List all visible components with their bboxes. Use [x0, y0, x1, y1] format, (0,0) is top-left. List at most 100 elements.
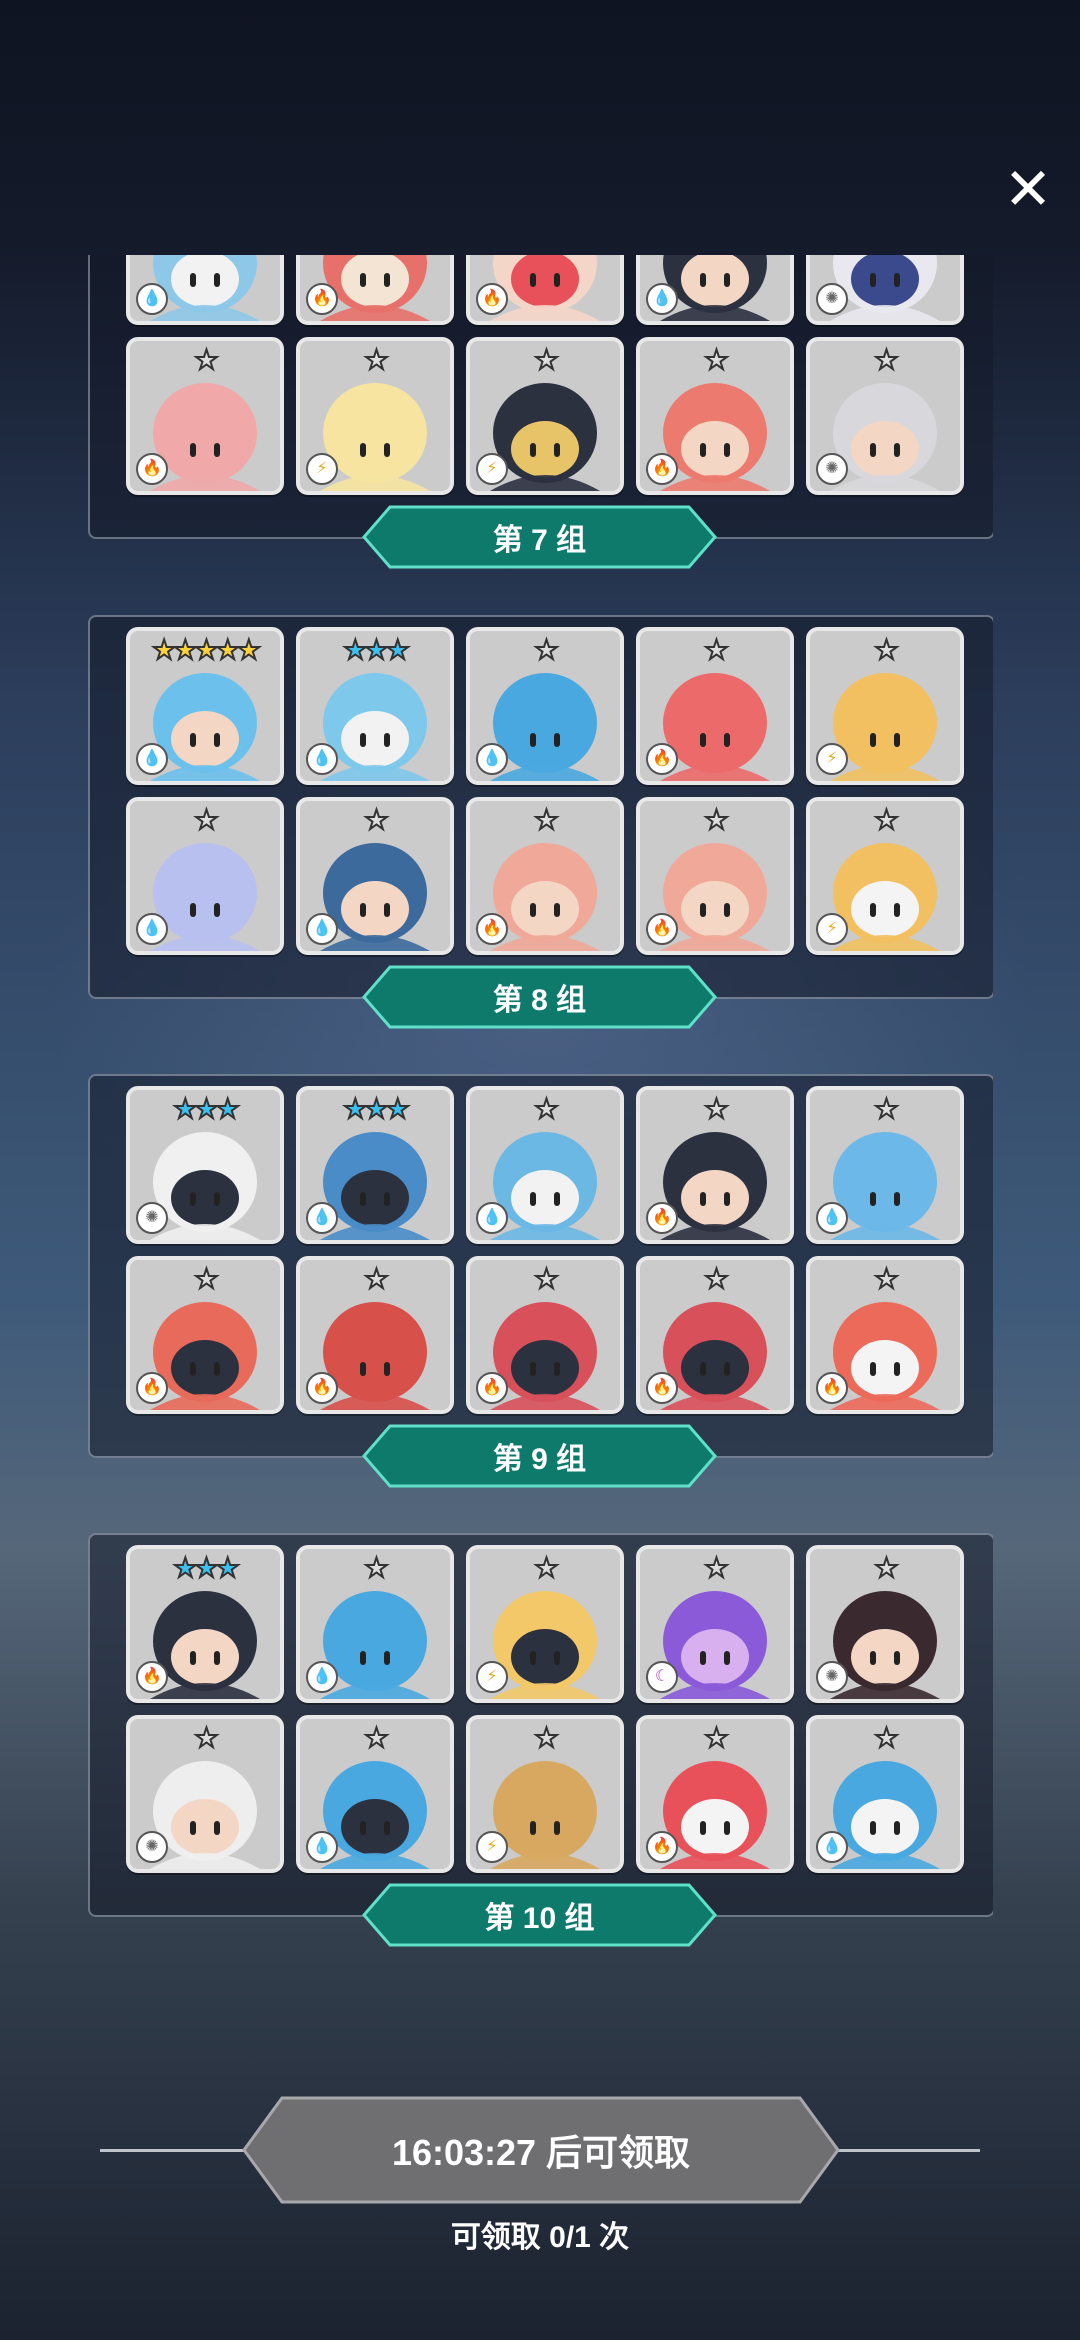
character-card[interactable]: ★ 🔥	[636, 1256, 794, 1414]
star-rating: ★	[300, 1722, 450, 1754]
thunder-element-icon: ⚡	[816, 743, 848, 775]
character-card[interactable]: ★✺	[126, 1715, 284, 1873]
character-card[interactable]: ★ 🔥	[466, 797, 624, 955]
star-rating: ★	[810, 1552, 960, 1584]
close-icon: ✕	[1003, 157, 1053, 222]
star-rating: ★	[470, 344, 620, 376]
group-label-banner: 第 7 组	[362, 505, 717, 569]
water-element-icon: 💧	[646, 283, 678, 315]
star-rating: ★★★	[300, 1093, 450, 1125]
water-element-icon: 💧	[306, 743, 338, 775]
star-icon: ★	[873, 1722, 899, 1754]
character-card[interactable]: ★ 💧	[466, 627, 624, 785]
star-rating: ★	[130, 1722, 280, 1754]
water-element-icon: 💧	[306, 1202, 338, 1234]
star-rating: ★★★★★	[130, 634, 280, 666]
character-card[interactable]: ★ 💧	[296, 1715, 454, 1873]
star-icon: ★	[363, 1552, 389, 1584]
water-element-icon: 💧	[306, 1831, 338, 1863]
character-card[interactable]: ★ ⚡	[466, 337, 624, 495]
group-list[interactable]: ★★★★★💧★★★🔥★★★🔥★★★💧★✺★🔥★⚡★⚡★🔥★✺第 7 组★★★★★…	[88, 255, 993, 2040]
star-icon: ★	[873, 804, 899, 836]
character-card[interactable]: ★ 🔥	[636, 1715, 794, 1873]
character-card[interactable]: ★★★★★ 💧	[126, 627, 284, 785]
star-rating: ★	[640, 1722, 790, 1754]
group-panel: ★★★ 🔥 ★ 💧 ★ ⚡ ★ ☾ ★ ✺ ★ ✺ ★ 💧 ★ ⚡ ★ 🔥 ★ 💧	[88, 1533, 993, 1917]
group-panel: ★★★ ✺ ★★★ 💧 ★ 💧 ★ 🔥 ★ 💧 ★ 🔥 ★ 🔥 ★ 🔥 ★ 🔥 ★ 🔥	[88, 1074, 993, 1458]
star-icon: ★	[533, 804, 559, 836]
character-card[interactable]: ★★★🔥	[296, 255, 454, 325]
water-element-icon: 💧	[476, 1202, 508, 1234]
light-element-icon: ✺	[816, 283, 848, 315]
star-rating: ★	[470, 1552, 620, 1584]
character-card[interactable]: ★ 💧	[806, 1715, 964, 1873]
character-card[interactable]: ★ 💧	[296, 797, 454, 955]
star-icon: ★	[703, 1263, 729, 1295]
character-card[interactable]: ★ 🔥	[636, 627, 794, 785]
character-card[interactable]: ★ 🔥	[126, 1256, 284, 1414]
star-icon: ★	[363, 804, 389, 836]
character-card[interactable]: ★★★ 💧	[296, 1086, 454, 1244]
star-icon: ★	[193, 344, 219, 376]
star-rating: ★	[470, 1093, 620, 1125]
character-card[interactable]: ★ 🔥	[466, 1256, 624, 1414]
star-rating: ★	[810, 1263, 960, 1295]
fire-element-icon: 🔥	[816, 1372, 848, 1404]
character-card[interactable]: ★ ⚡	[466, 1715, 624, 1873]
group-label-banner: 第 8 组	[362, 965, 717, 1029]
character-card[interactable]: ★ 🔥	[636, 797, 794, 955]
group-panel: ★★★★★💧★★★🔥★★★🔥★★★💧★✺★🔥★⚡★⚡★🔥★✺	[88, 255, 993, 539]
character-card[interactable]: ★ 🔥	[636, 337, 794, 495]
character-card[interactable]: ★✺	[806, 1545, 964, 1703]
fire-element-icon: 🔥	[306, 1372, 338, 1404]
character-card[interactable]: ★ ⚡	[466, 1545, 624, 1703]
character-card[interactable]: ★ 💧	[296, 1545, 454, 1703]
thunder-element-icon: ⚡	[476, 453, 508, 485]
star-icon: ★	[533, 1263, 559, 1295]
character-card[interactable]: ★★★💧	[636, 255, 794, 325]
character-card[interactable]: ★ 💧	[466, 1086, 624, 1244]
water-element-icon: 💧	[136, 743, 168, 775]
character-card[interactable]: ★ ⚡	[806, 797, 964, 955]
claim-button[interactable]: 16:03:27 后可领取	[242, 2096, 840, 2204]
star-icon: ★	[533, 1093, 559, 1125]
star-icon: ★	[533, 1722, 559, 1754]
character-card[interactable]: ★ 🔥	[126, 337, 284, 495]
character-card[interactable]: ★ ⚡	[806, 627, 964, 785]
character-card[interactable]: ★★★ ✺	[126, 1086, 284, 1244]
star-rating: ★	[640, 1263, 790, 1295]
star-icon: ★	[363, 344, 389, 376]
character-card[interactable]: ★★★★★💧	[126, 255, 284, 325]
character-card[interactable]: ★ 💧	[126, 797, 284, 955]
fire-element-icon: 🔥	[136, 1372, 168, 1404]
character-card[interactable]: ★ 💧	[806, 1086, 964, 1244]
fire-element-icon: 🔥	[136, 453, 168, 485]
star-rating: ★	[470, 1722, 620, 1754]
star-rating: ★	[300, 1552, 450, 1584]
character-card[interactable]: ★ ⚡	[296, 337, 454, 495]
water-element-icon: 💧	[136, 913, 168, 945]
character-card[interactable]: ★ 🔥	[636, 1086, 794, 1244]
star-icon: ★	[703, 344, 729, 376]
character-card[interactable]: ★★★🔥	[126, 1545, 284, 1703]
star-rating: ★★★	[300, 634, 450, 666]
star-icon: ★★★★★	[151, 634, 262, 666]
star-rating: ★	[470, 634, 620, 666]
star-rating: ★	[810, 1722, 960, 1754]
character-card[interactable]: ★ 🔥	[806, 1256, 964, 1414]
character-card[interactable]: ★✺	[806, 337, 964, 495]
character-card[interactable]: ★ ☾	[636, 1545, 794, 1703]
star-rating: ★	[470, 1263, 620, 1295]
close-button[interactable]: ✕	[998, 160, 1058, 220]
water-element-icon: 💧	[306, 913, 338, 945]
character-card[interactable]: ★★★ 💧	[296, 627, 454, 785]
star-icon: ★★★	[342, 634, 411, 666]
character-card[interactable]: ★★★🔥	[466, 255, 624, 325]
light-element-icon: ✺	[816, 1661, 848, 1693]
group-label: 第 7 组	[492, 524, 587, 557]
character-card[interactable]: ★✺	[806, 255, 964, 325]
water-element-icon: 💧	[306, 1661, 338, 1693]
group-label-banner: 第 10 组	[362, 1883, 717, 1947]
character-card[interactable]: ★ 🔥	[296, 1256, 454, 1414]
star-rating: ★	[810, 804, 960, 836]
